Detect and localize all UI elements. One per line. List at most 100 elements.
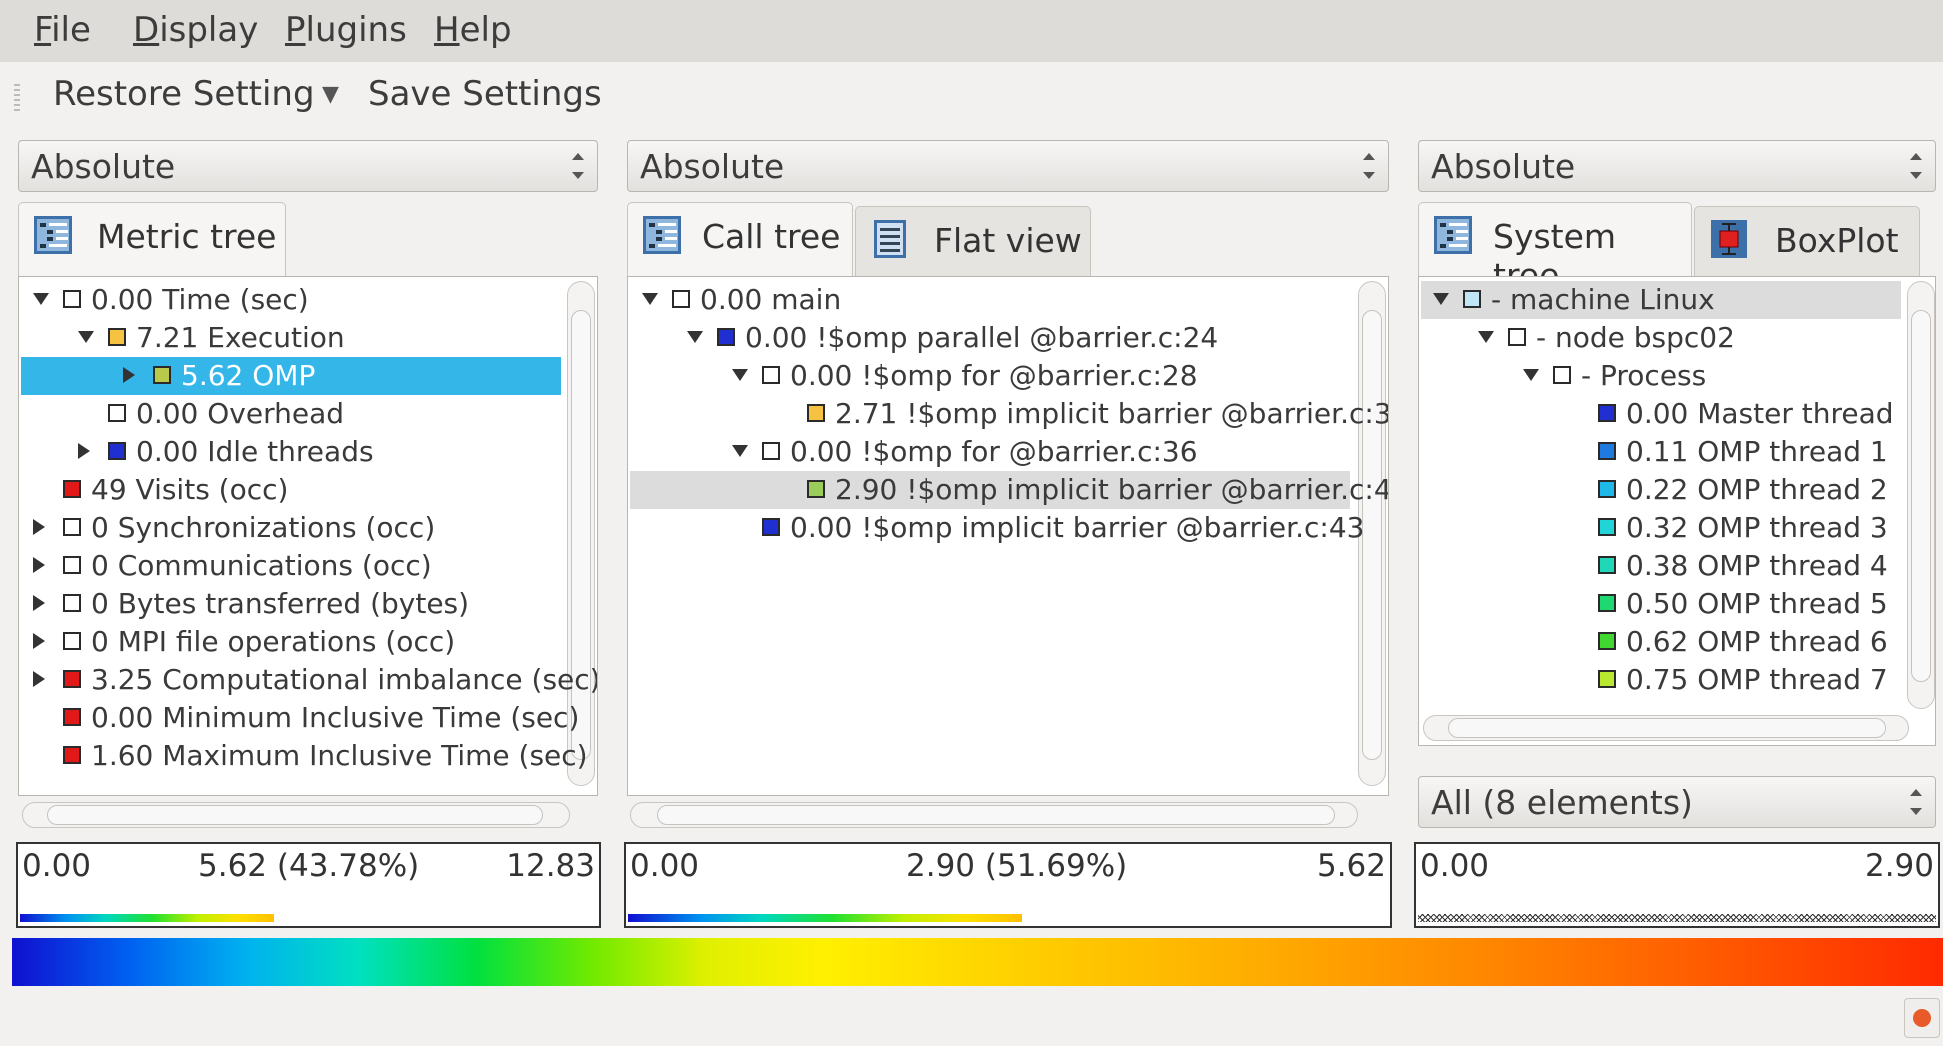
horizontal-scrollbar[interactable] [1423, 715, 1909, 741]
tree-row[interactable]: 0.00 Time (sec) [19, 281, 559, 319]
tree-row-label: 2.90 !$omp implicit barrier @barrier.c:4… [835, 473, 1389, 506]
expand-arrow-icon[interactable] [33, 633, 45, 649]
tree-row-label: - node bspc02 [1536, 321, 1735, 354]
tree-row[interactable]: 0.00 Minimum Inclusive Time (sec) [19, 699, 579, 737]
scale-max: 5.62 [1316, 848, 1386, 884]
tree-row-label: 0.00 !$omp for @barrier.c:28 [790, 359, 1198, 392]
collapse-arrow-icon[interactable] [1433, 293, 1449, 305]
tree-row[interactable]: 0 Communications (occ) [19, 547, 559, 585]
collapse-arrow-icon[interactable] [687, 331, 703, 343]
tree-row[interactable]: 0.00 main [628, 281, 1348, 319]
collapse-arrow-icon[interactable] [78, 331, 94, 343]
tree-row[interactable]: 0.00 !$omp for @barrier.c:36 [628, 433, 1348, 471]
expand-arrow-icon[interactable] [123, 367, 135, 383]
call-tree-panel: 0.00 main 0.00 !$omp parallel @barrier.c:… [627, 276, 1389, 796]
menu-plugins[interactable]: Plugins [285, 10, 407, 50]
scale-min: 0.00 [1420, 848, 1490, 884]
tree-row[interactable]: 3.25 Computational imbalance (sec) [19, 661, 597, 699]
tree-row[interactable]: 0.00 Master thread [1419, 395, 1899, 433]
tree-row[interactable]: 0 MPI file operations (occ) [19, 623, 559, 661]
scrollbar-thumb[interactable] [657, 805, 1335, 825]
tree-row[interactable]: 0.50 OMP thread 5 [1419, 585, 1899, 623]
collapse-arrow-icon[interactable] [732, 445, 748, 457]
collapse-arrow-icon[interactable] [33, 293, 49, 305]
severity-color-icon [1598, 480, 1616, 498]
tree-row[interactable]: 49 Visits (occ) [19, 471, 559, 509]
severity-color-icon [63, 290, 81, 308]
dropdown-arrow-icon[interactable]: ▼ [322, 82, 339, 107]
scale-min: 0.00 [630, 848, 700, 884]
tab-boxplot[interactable]: BoxPlot [1694, 206, 1920, 278]
tree-row[interactable]: 2.71 !$omp implicit barrier @barrier.c:3… [628, 395, 1388, 433]
tree-row[interactable]: 0.00 !$omp implicit barrier @barrier.c:4… [628, 509, 1364, 547]
tree-row[interactable]: 0.00 Overhead [19, 395, 559, 433]
tree-row[interactable]: 0.62 OMP thread 6 [1419, 623, 1899, 661]
tree-row[interactable]: 0.00 Idle threads [19, 433, 559, 471]
menu-file[interactable]: File [34, 10, 91, 50]
tree-row[interactable]: - Process [1419, 357, 1899, 395]
tree-row[interactable]: 0.11 OMP thread 1 [1419, 433, 1899, 471]
tab-system-tree[interactable]: System tree [1418, 202, 1692, 295]
collapse-arrow-icon[interactable] [1478, 331, 1494, 343]
tree-row[interactable]: 1.60 Maximum Inclusive Time (sec) [19, 737, 588, 775]
save-settings-button[interactable]: Save Settings [368, 74, 602, 114]
call-horizontal-scrollbar[interactable] [630, 802, 1358, 828]
scrollbar-thumb[interactable] [47, 805, 543, 825]
expand-arrow-icon[interactable] [78, 443, 90, 459]
severity-color-icon [63, 480, 81, 498]
vertical-scrollbar[interactable] [1907, 281, 1935, 709]
tab-call-tree[interactable]: Call tree [627, 202, 853, 278]
tab-metric-tree[interactable]: Metric tree [18, 202, 286, 278]
tree-row[interactable]: 2.90 !$omp implicit barrier @barrier.c:4… [628, 471, 1388, 509]
tree-row[interactable]: 0.00 !$omp for @barrier.c:28 [628, 357, 1348, 395]
tree-row[interactable]: 0.22 OMP thread 2 [1419, 471, 1899, 509]
tree-view-icon [643, 216, 681, 254]
scrollbar-thumb[interactable] [1448, 718, 1886, 738]
toolbar-grip[interactable] [14, 84, 20, 112]
tree-row[interactable]: 0 Synchronizations (occ) [19, 509, 559, 547]
tree-row[interactable]: 7.21 Execution [19, 319, 559, 357]
call-mode-value: Absolute [640, 147, 785, 186]
expand-arrow-icon[interactable] [33, 519, 45, 535]
system-filter-select[interactable]: All (8 elements) [1418, 776, 1936, 828]
call-mode-select[interactable]: Absolute [627, 140, 1389, 192]
tree-row[interactable]: 5.62 OMP [19, 357, 559, 395]
metric-mode-select[interactable]: Absolute [18, 140, 598, 192]
collapse-arrow-icon[interactable] [732, 369, 748, 381]
scrollbar-thumb[interactable] [1911, 310, 1931, 682]
tree-row[interactable]: 0.32 OMP thread 3 [1419, 509, 1899, 547]
tree-row[interactable]: 0 Bytes transferred (bytes) [19, 585, 559, 623]
tree-row-label: 0.00 main [700, 283, 842, 316]
tree-row[interactable]: - node bspc02 [1419, 319, 1899, 357]
tree-row[interactable]: 0.75 OMP thread 7 [1419, 661, 1899, 699]
tab-flat-view[interactable]: Flat view [855, 206, 1091, 278]
menu-help[interactable]: Help [434, 10, 512, 50]
severity-color-icon [1598, 632, 1616, 650]
tree-row-label: 0.75 OMP thread 7 [1626, 663, 1888, 696]
tree-row[interactable]: 0.38 OMP thread 4 [1419, 547, 1899, 585]
severity-color-icon [108, 442, 126, 460]
tree-row[interactable]: - machine Linux [1419, 281, 1899, 319]
metric-horizontal-scrollbar[interactable] [22, 802, 570, 828]
scale-max: 2.90 [1864, 848, 1934, 884]
list-view-icon [874, 220, 906, 258]
spin-arrows-icon [1360, 149, 1376, 183]
status-button[interactable] [1904, 998, 1940, 1038]
scrollbar-thumb[interactable] [1362, 310, 1382, 760]
collapse-arrow-icon[interactable] [642, 293, 658, 305]
menu-display[interactable]: Display [133, 10, 258, 50]
expand-arrow-icon[interactable] [33, 557, 45, 573]
tree-row-label: 0.22 OMP thread 2 [1626, 473, 1888, 506]
collapse-arrow-icon[interactable] [1523, 369, 1539, 381]
spin-arrows-icon [1907, 149, 1923, 183]
severity-color-icon [1553, 366, 1571, 384]
restore-setting-button[interactable]: Restore Setting [53, 74, 315, 114]
scale-current: 2.90 (51.69%) [906, 848, 1128, 884]
expand-arrow-icon[interactable] [33, 595, 45, 611]
tree-row[interactable]: 0.00 !$omp parallel @barrier.c:24 [628, 319, 1348, 357]
severity-color-icon [807, 480, 825, 498]
refresh-icon [1913, 1009, 1931, 1027]
expand-arrow-icon[interactable] [33, 671, 45, 687]
tree-row-label: 0.00 Overhead [136, 397, 345, 430]
system-mode-select[interactable]: Absolute [1418, 140, 1936, 192]
